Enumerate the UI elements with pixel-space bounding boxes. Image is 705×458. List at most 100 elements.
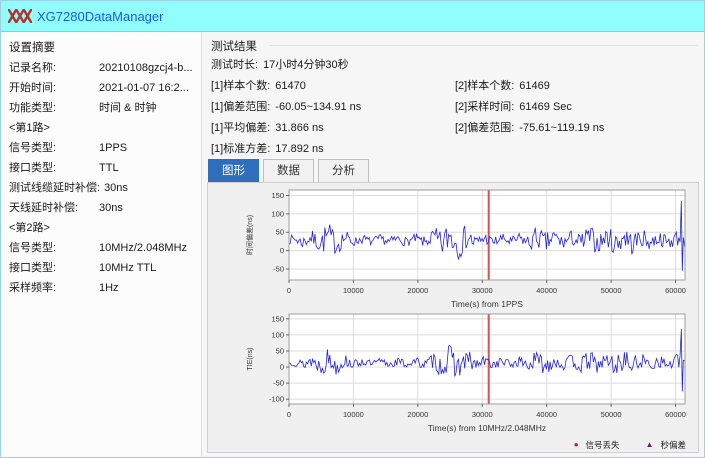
settings-label: 功能类型: xyxy=(9,98,95,118)
svg-text:50000: 50000 xyxy=(601,410,622,419)
settings-value: 20210108gzcj4-b... xyxy=(99,58,193,78)
settings-label: 信号类型: xyxy=(9,238,95,258)
svg-text:150: 150 xyxy=(271,191,284,200)
result-stat-row: [2]偏差范围:-75.61~119.19 ns xyxy=(455,118,604,139)
svg-text:50: 50 xyxy=(276,346,284,355)
result-stat-row: [1]样本个数:61470 xyxy=(211,76,361,97)
svg-text:0: 0 xyxy=(280,246,284,255)
svg-text:-50: -50 xyxy=(273,264,284,273)
svg-text:150: 150 xyxy=(271,314,284,323)
result-stat-label: [1]偏差范围: xyxy=(211,97,270,118)
svg-text:50000: 50000 xyxy=(601,286,622,295)
settings-panel-title: 设置摘要 xyxy=(9,38,193,58)
svg-text:40000: 40000 xyxy=(536,286,557,295)
legend-label: 秒偏差 xyxy=(660,439,686,451)
signal-loss-marker-icon: ● xyxy=(574,441,579,449)
result-stat-value: 61470 xyxy=(275,76,306,97)
settings-value: TTL xyxy=(99,158,119,178)
settings-label: 开始时间: xyxy=(9,78,95,98)
results-panel: 测试结果 测试时长:17小时4分钟30秒[1]样本个数:61470[1]偏差范围… xyxy=(203,32,704,457)
results-stats-column-2: [2]样本个数:61469[2]采样时间:61469 Sec[2]偏差范围:-7… xyxy=(455,76,604,139)
result-stat-value: 61469 xyxy=(519,76,550,97)
settings-value: 1Hz xyxy=(99,278,119,298)
results-stats-column-1: 测试时长:17小时4分钟30秒[1]样本个数:61470[1]偏差范围:-60.… xyxy=(211,55,361,160)
settings-value: 时间 & 时钟 xyxy=(99,98,156,118)
settings-value: 10MHz/2.048MHz xyxy=(99,238,187,258)
result-stat-value: 17.892 ns xyxy=(275,139,323,160)
result-stat-label: [2]采样时间: xyxy=(455,97,514,118)
app-logo-icon xyxy=(8,9,32,23)
svg-text:-100: -100 xyxy=(269,395,284,404)
legend-item: ▲ 秒偏差 xyxy=(646,439,686,451)
svg-text:20000: 20000 xyxy=(407,286,428,295)
settings-value: 2021-01-07 16:2... xyxy=(99,78,189,98)
legend-label: 信号丢失 xyxy=(586,439,620,451)
settings-value: 10MHz TTL xyxy=(99,258,156,278)
settings-summary-panel: 设置摘要 记录名称:20210108gzcj4-b...开始时间:2021-01… xyxy=(1,32,202,457)
result-stat-label: [2]偏差范围: xyxy=(455,118,514,139)
window-title: XG7280DataManager xyxy=(37,9,163,24)
second-deviation-marker-icon: ▲ xyxy=(646,441,654,449)
settings-row: 天线延时补偿:30ns xyxy=(9,198,193,218)
legend-item: ● 信号丢失 xyxy=(574,439,620,451)
settings-row: 接口类型:10MHz TTL xyxy=(9,258,193,278)
svg-text:60000: 60000 xyxy=(665,286,686,295)
results-panel-title: 测试结果 xyxy=(211,38,263,54)
settings-row: 接口类型:TTL xyxy=(9,158,193,178)
chart-time-deviation-1pps[interactable]: -500501001500100002000030000400005000060… xyxy=(208,186,702,310)
result-stat-label: 测试时长: xyxy=(211,55,258,76)
result-stat-label: [1]样本个数: xyxy=(211,76,270,97)
svg-text:Time(s) from 10MHz/2.048MHz: Time(s) from 10MHz/2.048MHz xyxy=(428,423,546,433)
settings-row: <第2路> xyxy=(9,218,193,238)
settings-row: 信号类型:1PPS xyxy=(9,138,193,158)
settings-row: 采样频率:1Hz xyxy=(9,278,193,298)
result-stat-value: -60.05~134.91 ns xyxy=(275,97,361,118)
settings-label: <第2路> xyxy=(9,218,95,238)
svg-text:100: 100 xyxy=(271,330,284,339)
result-stat-label: [1]平均偏差: xyxy=(211,118,270,139)
app-window: XG7280DataManager 设置摘要 记录名称:20210108gzcj… xyxy=(0,0,705,458)
result-stat-value: -75.61~119.19 ns xyxy=(519,118,604,139)
settings-label: 天线延时补偿: xyxy=(9,198,95,218)
svg-text:30000: 30000 xyxy=(472,410,493,419)
svg-text:100: 100 xyxy=(271,209,284,218)
svg-text:-50: -50 xyxy=(273,379,284,388)
settings-value: 1PPS xyxy=(99,138,127,158)
result-stat-row: [1]平均偏差:31.866 ns xyxy=(211,118,361,139)
svg-text:Time(s) from 1PPS: Time(s) from 1PPS xyxy=(451,299,523,309)
svg-text:30000: 30000 xyxy=(472,286,493,295)
settings-label: 记录名称: xyxy=(9,58,95,78)
tab-graph[interactable]: 图形 xyxy=(208,159,259,182)
settings-label: 接口类型: xyxy=(9,158,95,178)
svg-text:40000: 40000 xyxy=(536,410,557,419)
svg-text:0: 0 xyxy=(280,363,284,372)
svg-text:50: 50 xyxy=(276,228,284,237)
tab-analysis[interactable]: 分析 xyxy=(318,159,369,182)
result-stat-row: [2]样本个数:61469 xyxy=(455,76,604,97)
svg-text:TIE(ns): TIE(ns) xyxy=(247,348,254,371)
chart-legend: ● 信号丢失 ▲ 秒偏差 xyxy=(574,439,686,451)
settings-row: 记录名称:20210108gzcj4-b... xyxy=(9,58,193,78)
title-bar[interactable]: XG7280DataManager xyxy=(1,1,704,32)
settings-label: <第1路> xyxy=(9,118,95,138)
result-stat-row: [2]采样时间:61469 Sec xyxy=(455,97,604,118)
settings-label: 测试线缆延时补偿: xyxy=(9,178,100,198)
chart-tie-10mhz[interactable]: -100-50050100150010000200003000040000500… xyxy=(208,310,702,434)
result-stat-label: [2]样本个数: xyxy=(455,76,514,97)
result-stat-value: 31.866 ns xyxy=(275,118,323,139)
groupbox-border-line xyxy=(269,45,698,46)
svg-text:60000: 60000 xyxy=(665,410,686,419)
settings-label: 接口类型: xyxy=(9,258,95,278)
result-stat-row: [1]偏差范围:-60.05~134.91 ns xyxy=(211,97,361,118)
settings-row: 信号类型:10MHz/2.048MHz xyxy=(9,238,193,258)
result-stat-value: 61469 Sec xyxy=(519,97,572,118)
svg-text:0: 0 xyxy=(287,286,291,295)
result-stat-label: [1]标准方差: xyxy=(211,139,270,160)
settings-label: 信号类型: xyxy=(9,138,95,158)
settings-row: <第1路> xyxy=(9,118,193,138)
tab-bar: 图形数据分析 xyxy=(208,159,369,182)
result-stat-row: [1]标准方差:17.892 ns xyxy=(211,139,361,160)
tab-data[interactable]: 数据 xyxy=(263,159,314,182)
svg-text:0: 0 xyxy=(287,410,291,419)
settings-row: 功能类型:时间 & 时钟 xyxy=(9,98,193,118)
